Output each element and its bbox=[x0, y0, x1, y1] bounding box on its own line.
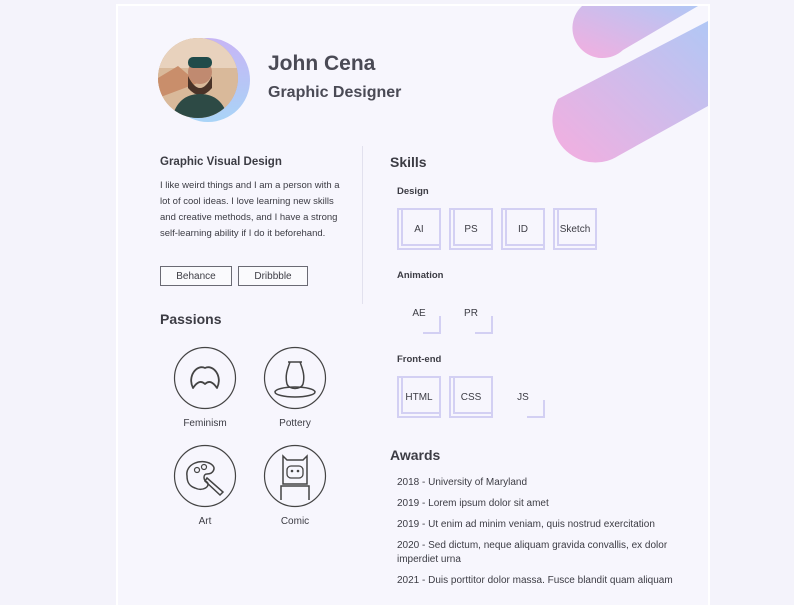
feminism-icon bbox=[173, 346, 237, 410]
skill-badge-ae: AE bbox=[397, 292, 441, 334]
skills-title: Skills bbox=[390, 154, 427, 170]
skill-group-design: Design bbox=[397, 186, 429, 197]
passion-label-art: Art bbox=[198, 516, 212, 527]
skill-label: CSS bbox=[460, 391, 482, 403]
pottery-icon bbox=[263, 346, 327, 410]
skill-group-animation: Animation bbox=[397, 270, 444, 281]
intro-title: Graphic Visual Design bbox=[160, 156, 282, 168]
skill-group-frontend: Front-end bbox=[397, 354, 442, 365]
skill-badge-ps: PS bbox=[449, 208, 493, 250]
award-item: 2019 - Ut enim ad minim veniam, quis nos… bbox=[397, 519, 655, 530]
avatar bbox=[158, 38, 238, 118]
profile-role: Graphic Designer bbox=[268, 84, 402, 101]
skill-label: AI bbox=[414, 223, 424, 235]
passions-title: Passions bbox=[160, 311, 222, 327]
skill-badge-js: JS bbox=[501, 376, 545, 418]
skill-badge-html: HTML bbox=[397, 376, 441, 418]
passion-label-pottery: Pottery bbox=[279, 418, 311, 429]
profile-photo bbox=[158, 38, 238, 118]
intro-text: I like weird things and I am a person wi… bbox=[160, 180, 340, 239]
skill-label: AE bbox=[412, 307, 426, 319]
award-item: 2020 - Sed dictum, neque aliquam gravida… bbox=[397, 540, 668, 565]
skill-badge-css: CSS bbox=[449, 376, 493, 418]
palette-icon bbox=[173, 444, 237, 508]
dribbble-link-button[interactable]: Dribbble bbox=[238, 266, 308, 286]
resume-page: John Cena Graphic Designer Graphic Visua… bbox=[116, 4, 710, 605]
passion-label-feminism: Feminism bbox=[183, 418, 227, 429]
award-item: 2021 - Duis porttitor dolor massa. Fusce… bbox=[397, 575, 673, 586]
skill-label: JS bbox=[517, 391, 529, 403]
awards-title: Awards bbox=[390, 447, 441, 463]
skill-badge-pr: PR bbox=[449, 292, 493, 334]
skill-label: ID bbox=[518, 223, 528, 235]
award-item: 2019 - Lorem ipsum dolor sit amet bbox=[397, 498, 549, 509]
skill-badge-id: ID bbox=[501, 208, 545, 250]
comic-character-icon bbox=[263, 444, 327, 508]
skill-label: Sketch bbox=[559, 223, 591, 235]
passion-label-comic: Comic bbox=[280, 516, 310, 527]
skill-badge-sketch: Sketch bbox=[553, 208, 597, 250]
profile-name: John Cena bbox=[268, 52, 376, 75]
skill-badge-ai: AI bbox=[397, 208, 441, 250]
skill-label: HTML bbox=[405, 391, 433, 403]
avatar-container bbox=[154, 38, 258, 124]
award-item: 2018 - University of Maryland bbox=[397, 477, 528, 488]
skill-label: PS bbox=[464, 223, 478, 235]
skill-label: PR bbox=[464, 307, 478, 319]
behance-link-button[interactable]: Behance bbox=[160, 266, 232, 286]
column-divider bbox=[362, 146, 363, 304]
